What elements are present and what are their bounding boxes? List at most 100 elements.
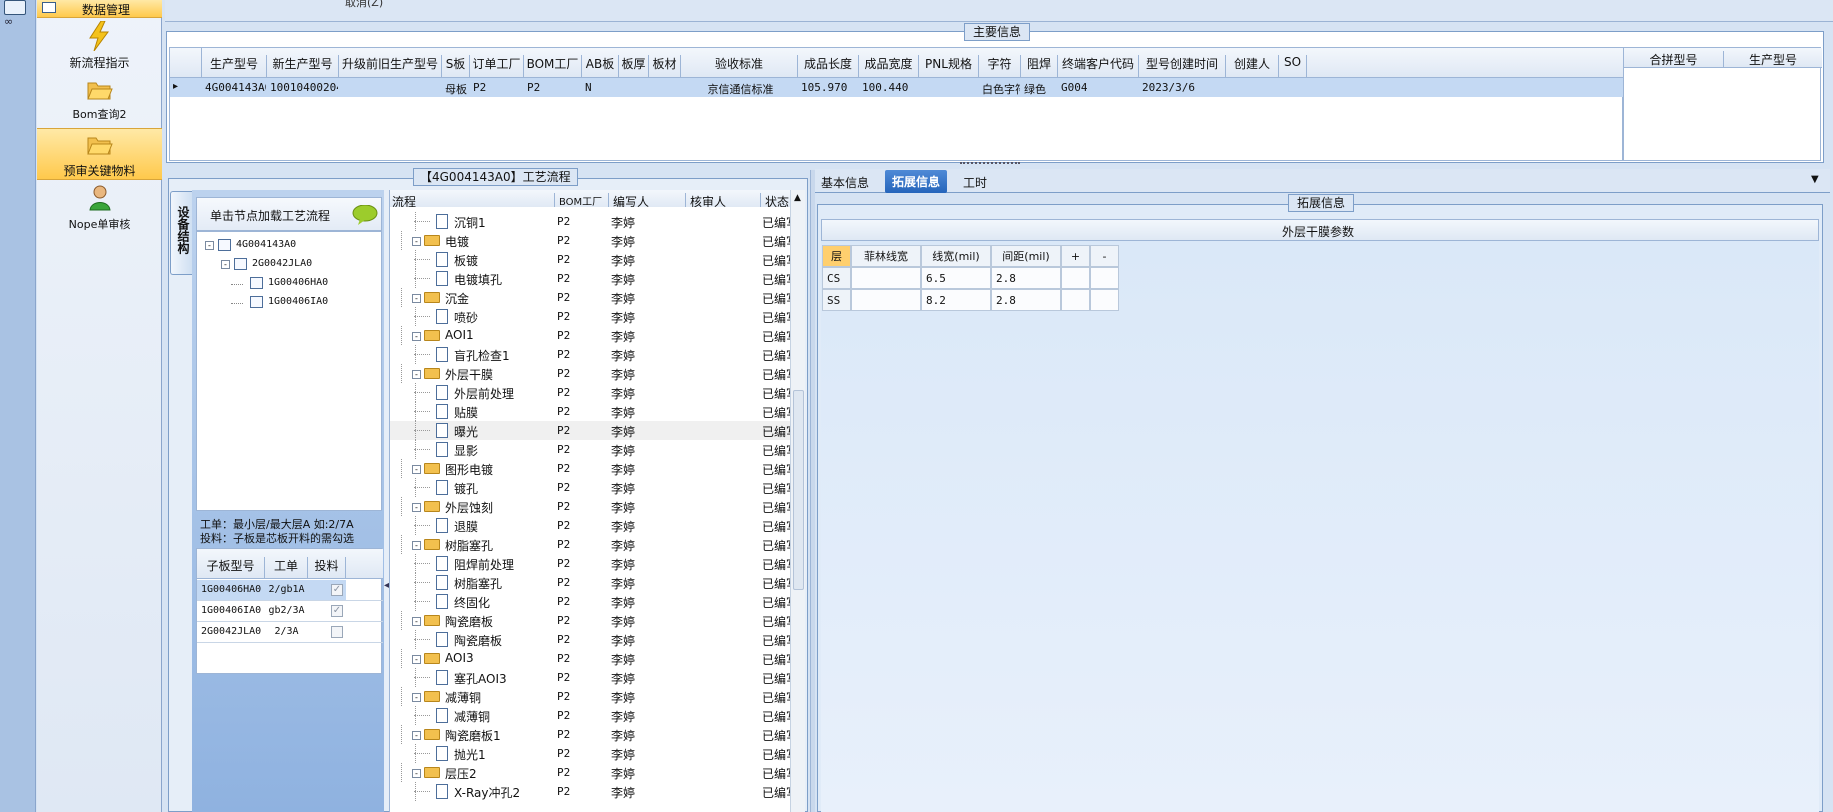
- main-info-col-header[interactable]: 成品长度: [798, 55, 859, 77]
- nav-top-item[interactable]: 数据管理: [37, 0, 162, 18]
- main-info-cell[interactable]: 100.440: [862, 81, 918, 94]
- nav-item-nope-review[interactable]: Nope单审核: [37, 184, 162, 234]
- main-info-col-header[interactable]: 阻焊: [1021, 55, 1058, 77]
- main-info-col-header[interactable]: 创建人: [1226, 55, 1279, 77]
- main-info-cell[interactable]: P2: [527, 81, 581, 94]
- process-row[interactable]: 抛光1 P2 李婷 已编写: [390, 744, 790, 763]
- film-col-header[interactable]: 菲林线宽: [851, 245, 921, 267]
- process-row[interactable]: - 沉金 P2 李婷 已编写: [390, 288, 790, 307]
- film-layer-cell[interactable]: CS: [822, 267, 851, 289]
- sub-board-model[interactable]: 2G0042JLA0: [201, 626, 265, 637]
- tree-collapse-icon[interactable]: -: [412, 769, 421, 778]
- tree-collapse-icon[interactable]: -: [412, 617, 421, 626]
- main-info-col-header[interactable]: 字符: [979, 55, 1021, 77]
- process-row[interactable]: 外层前处理 P2 李婷 已编写: [390, 383, 790, 402]
- sub-board-order[interactable]: gb2/3A: [265, 605, 308, 616]
- process-row[interactable]: 显影 P2 李婷 已编写: [390, 440, 790, 459]
- bicycle-icon[interactable]: ∞: [4, 16, 28, 28]
- main-info-col-header[interactable]: 生产型号: [202, 55, 267, 77]
- tab-work-hours[interactable]: 工时: [963, 174, 987, 191]
- sub-board-col-header[interactable]: 子板型号: [197, 557, 265, 579]
- nav-item-bom-query[interactable]: Bom查询2: [37, 76, 162, 124]
- tree-collapse-icon[interactable]: -: [221, 260, 230, 269]
- equipment-structure-tab[interactable]: 设备结构: [170, 191, 192, 275]
- film-value-cell[interactable]: 2.8: [991, 289, 1061, 311]
- splitter-grip-vertical[interactable]: [810, 170, 815, 812]
- main-info-col-header[interactable]: 型号创建时间: [1139, 55, 1226, 77]
- merge-col-header[interactable]: 生产型号: [1724, 51, 1822, 68]
- film-value-cell[interactable]: [1090, 289, 1119, 311]
- process-row[interactable]: 喷砂 P2 李婷 已编写: [390, 307, 790, 326]
- tree-collapse-icon[interactable]: -: [412, 693, 421, 702]
- tab-basic-info[interactable]: 基本信息: [821, 174, 869, 191]
- film-layer-cell[interactable]: SS: [822, 289, 851, 311]
- cancel-button[interactable]: 取消(Z): [345, 0, 383, 10]
- film-value-cell[interactable]: [1061, 267, 1090, 289]
- main-info-col-header[interactable]: 新生产型号: [267, 55, 339, 77]
- process-row[interactable]: 曝光 P2 李婷 已编写: [390, 421, 790, 440]
- tree-collapse-icon[interactable]: -: [412, 503, 421, 512]
- main-info-col-header[interactable]: PNL规格: [919, 55, 979, 77]
- main-info-col-header[interactable]: BOM工厂: [524, 55, 582, 77]
- tree-collapse-icon[interactable]: -: [412, 465, 421, 474]
- process-row[interactable]: 减薄铜 P2 李婷 已编写: [390, 706, 790, 725]
- sub-board-col-header[interactable]: 投料: [308, 557, 346, 579]
- process-row[interactable]: 陶瓷磨板 P2 李婷 已编写: [390, 630, 790, 649]
- process-row[interactable]: 贴膜 P2 李婷 已编写: [390, 402, 790, 421]
- film-col-header[interactable]: -: [1090, 245, 1119, 267]
- main-info-col-header[interactable]: SO: [1279, 55, 1307, 77]
- main-info-col-header[interactable]: 板厚: [619, 55, 649, 77]
- main-info-cell[interactable]: 绿色: [1024, 81, 1057, 97]
- process-row[interactable]: - AOI3 P2 李婷 已编写: [390, 649, 790, 668]
- sub-board-model[interactable]: 1G00406HA0: [201, 584, 265, 595]
- film-value-cell[interactable]: [1090, 267, 1119, 289]
- film-value-cell[interactable]: 8.2: [921, 289, 991, 311]
- main-info-col-header[interactable]: 终端客户代码: [1058, 55, 1139, 77]
- tab-extended-info[interactable]: 拓展信息: [885, 170, 948, 193]
- film-col-header[interactable]: 间距(mil): [991, 245, 1061, 267]
- process-row[interactable]: - 减薄铜 P2 李婷 已编写: [390, 687, 790, 706]
- main-info-cell[interactable]: P2: [473, 81, 523, 94]
- sub-board-model[interactable]: 1G00406IA0: [201, 605, 265, 616]
- main-info-col-header[interactable]: 升级前旧生产型号: [339, 55, 442, 77]
- process-scrollbar[interactable]: ▲: [790, 190, 805, 812]
- tree-collapse-icon[interactable]: -: [412, 370, 421, 379]
- film-value-cell[interactable]: [1061, 289, 1090, 311]
- process-row[interactable]: 沉铜1 P2 李婷 已编写: [390, 212, 790, 231]
- tree-collapse-icon[interactable]: -: [205, 241, 214, 250]
- process-row[interactable]: - 树脂塞孔 P2 李婷 已编写: [390, 535, 790, 554]
- main-info-cell[interactable]: 105.970: [801, 81, 858, 94]
- main-info-col-header[interactable]: 验收标准: [681, 55, 798, 77]
- scroll-thumb[interactable]: [793, 390, 804, 590]
- feed-checkbox[interactable]: ✓: [331, 605, 343, 617]
- main-info-cell[interactable]: 京信通信标准: [684, 81, 797, 97]
- scroll-up-icon[interactable]: ▲: [794, 193, 801, 203]
- main-info-col-header[interactable]: S板: [442, 55, 470, 77]
- process-row[interactable]: 板镀 P2 李婷 已编写: [390, 250, 790, 269]
- process-row[interactable]: - 电镀 P2 李婷 已编写: [390, 231, 790, 250]
- process-row[interactable]: - 外层干膜 P2 李婷 已编写: [390, 364, 790, 383]
- process-row[interactable]: - 层压2 P2 李婷 已编写: [390, 763, 790, 782]
- main-info-cell[interactable]: 10010400204937: [270, 81, 338, 94]
- main-info-cell[interactable]: G004: [1061, 81, 1138, 94]
- process-row[interactable]: 塞孔AOI3 P2 李婷 已编写: [390, 668, 790, 687]
- nav-item-prereview[interactable]: 预审关键物料: [37, 128, 162, 180]
- process-row[interactable]: 退膜 P2 李婷 已编写: [390, 516, 790, 535]
- main-info-cell[interactable]: 4G004143A0: [205, 81, 266, 94]
- process-row[interactable]: 终固化 P2 李婷 已编写: [390, 592, 790, 611]
- main-info-col-header[interactable]: AB板: [582, 55, 619, 77]
- main-info-col-header[interactable]: 板材: [649, 55, 681, 77]
- process-row[interactable]: 树脂塞孔 P2 李婷 已编写: [390, 573, 790, 592]
- process-row[interactable]: 阻焊前处理 P2 李婷 已编写: [390, 554, 790, 573]
- main-info-cell[interactable]: 2023/3/6: [1142, 81, 1225, 94]
- film-col-header[interactable]: 层: [822, 245, 851, 267]
- process-row[interactable]: X-Ray冲孔2 P2 李婷 已编写: [390, 782, 790, 801]
- sub-board-order[interactable]: 2/gb1A: [265, 584, 308, 595]
- process-row[interactable]: - 陶瓷磨板 P2 李婷 已编写: [390, 611, 790, 630]
- tree-collapse-icon[interactable]: -: [412, 294, 421, 303]
- tree-collapse-icon[interactable]: -: [412, 731, 421, 740]
- film-value-cell[interactable]: [851, 267, 921, 289]
- merge-col-header[interactable]: 合拼型号: [1624, 51, 1724, 68]
- process-row[interactable]: - 图形电镀 P2 李婷 已编写: [390, 459, 790, 478]
- tree-collapse-icon[interactable]: -: [412, 332, 421, 341]
